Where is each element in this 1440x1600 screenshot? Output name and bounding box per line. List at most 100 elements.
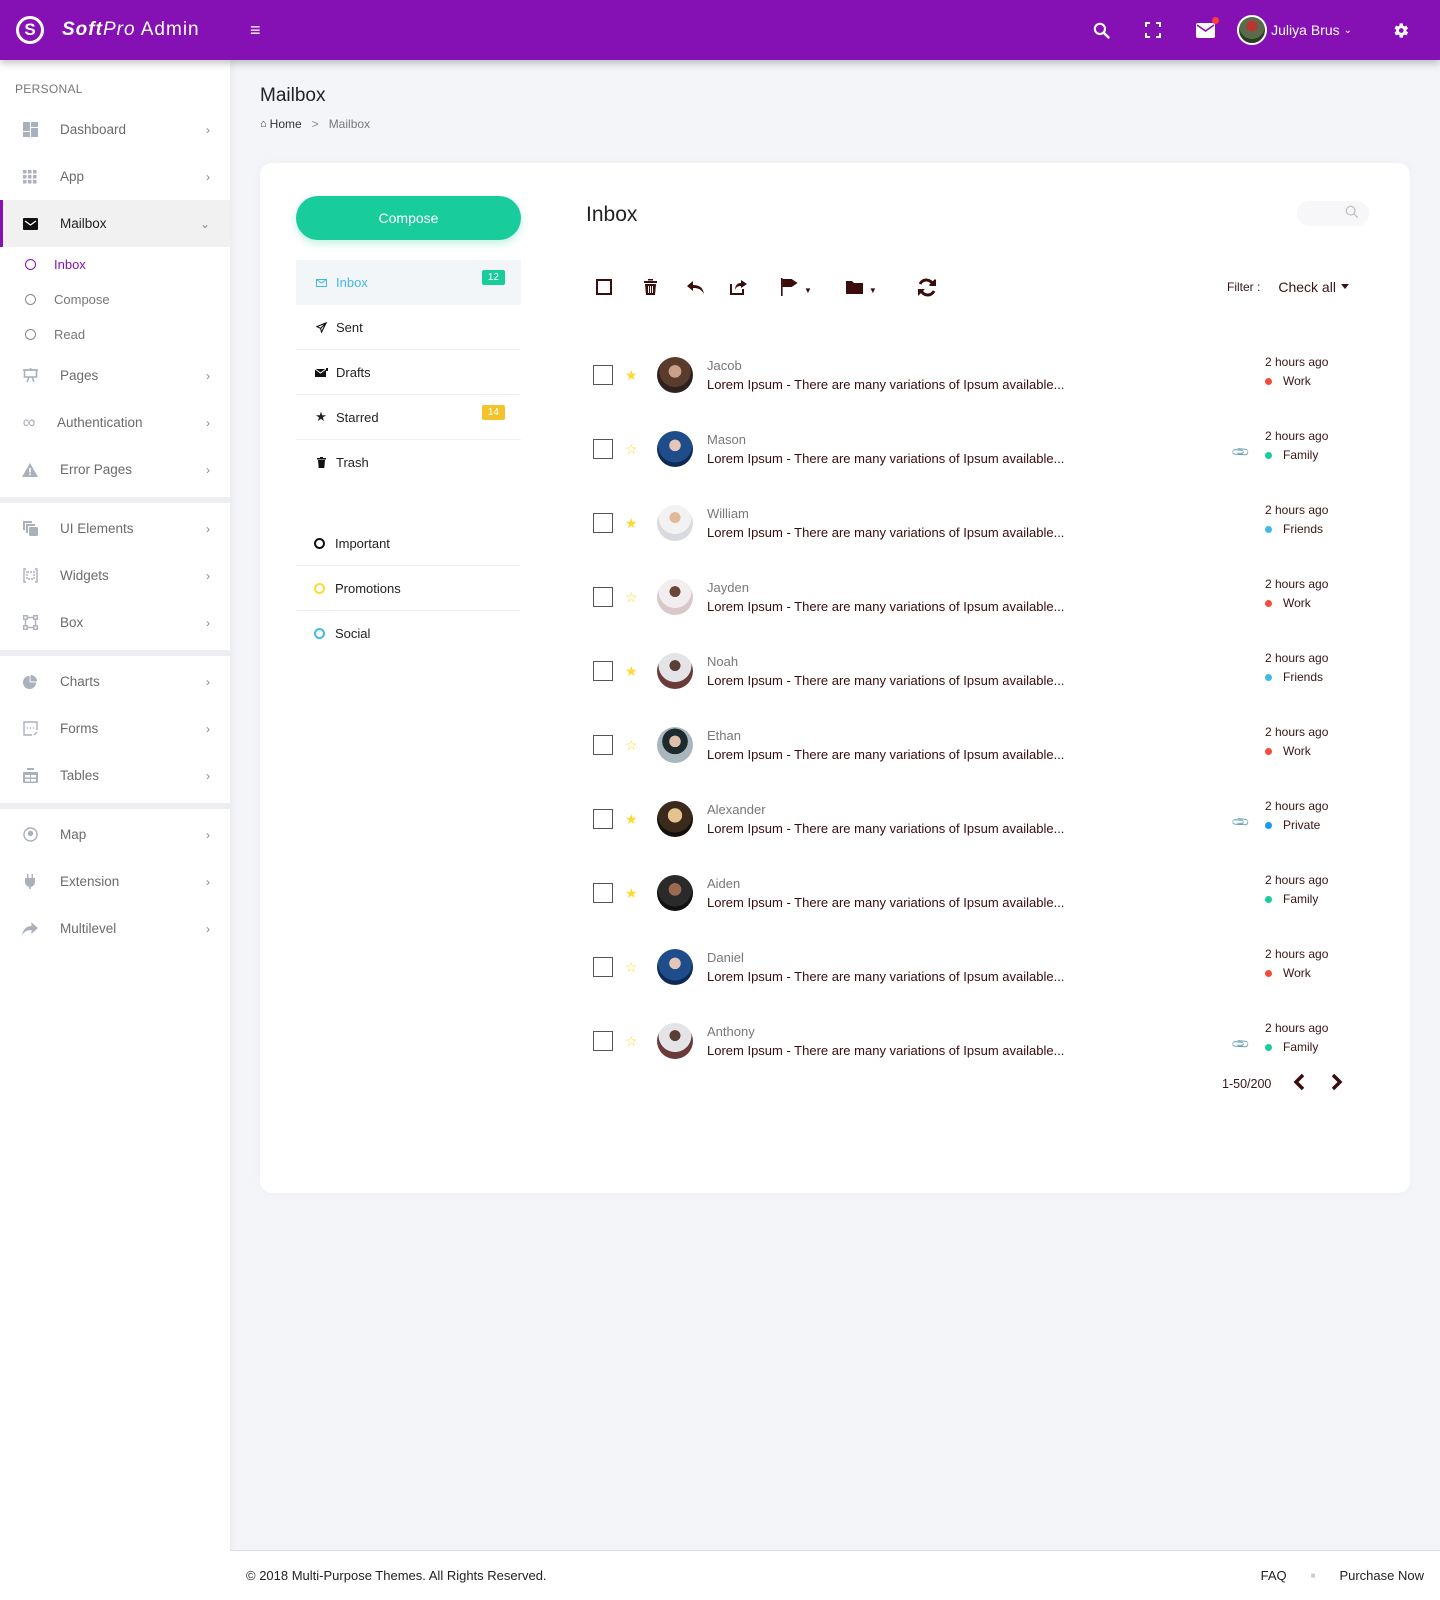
star-outline-icon[interactable]: ☆ [625, 960, 639, 974]
pagination-text: 1-50/200 [1222, 1076, 1272, 1091]
apps-grid-icon [22, 169, 38, 185]
sidebar-item-multilevel[interactable]: Multilevel › [0, 905, 230, 952]
sidebar-item-ui-elements[interactable]: UI Elements › [0, 505, 230, 552]
flag-dropdown[interactable]: ▼ [781, 278, 812, 296]
refresh-icon[interactable] [917, 278, 937, 297]
sidebar-item-charts[interactable]: Charts › [0, 658, 230, 705]
sidebar-item-dashboard[interactable]: Dashboard › [0, 106, 230, 153]
mail-time: 2 hours ago [1265, 355, 1329, 369]
sidebar-subitem-read[interactable]: Read [0, 317, 230, 352]
mail-checkbox[interactable] [593, 513, 613, 533]
sidebar-item-app[interactable]: App › [0, 153, 230, 200]
label-promotions[interactable]: Promotions [296, 566, 521, 611]
share-arrow-icon [22, 921, 38, 937]
delete-icon[interactable] [644, 279, 657, 295]
label-important[interactable]: Important [296, 521, 521, 566]
label-social[interactable]: Social [296, 611, 521, 656]
sender-avatar [657, 653, 693, 689]
mail-checkbox[interactable] [593, 809, 613, 829]
compose-button[interactable]: Compose [296, 196, 521, 240]
mail-notification-icon[interactable] [1179, 16, 1231, 38]
mail-checkbox[interactable] [593, 365, 613, 385]
sidebar-item-mailbox[interactable]: Mailbox ⌄ [0, 200, 230, 247]
mail-checkbox[interactable] [593, 735, 613, 755]
folder-drafts[interactable]: Drafts [296, 350, 521, 395]
breadcrumb-home[interactable]: Home [270, 117, 302, 131]
select-all-checkbox[interactable] [596, 279, 612, 295]
star-filled-icon[interactable]: ★ [625, 812, 639, 826]
mail-row[interactable]: ☆ Daniel Lorem Ipsum - There are many vari… [593, 930, 1383, 1004]
faq-link[interactable]: FAQ [1261, 1568, 1287, 1583]
fullscreen-icon[interactable] [1127, 22, 1179, 38]
table-icon [22, 768, 38, 784]
star-outline-icon[interactable]: ☆ [625, 590, 639, 604]
folder-dropdown[interactable]: ▼ [845, 280, 877, 295]
star-filled-icon[interactable]: ★ [625, 886, 639, 900]
star-filled-icon[interactable]: ★ [625, 368, 639, 382]
mail-checkbox[interactable] [593, 661, 613, 681]
mail-checkbox[interactable] [593, 957, 613, 977]
star-outline-icon[interactable]: ☆ [625, 1034, 639, 1048]
mail-row[interactable]: ☆ Anthony Lorem Ipsum - There are many var… [593, 1004, 1383, 1078]
mail-row[interactable]: ★ Aiden Lorem Ipsum - There are many varia… [593, 856, 1383, 930]
gear-icon[interactable] [1374, 21, 1426, 40]
sidebar-item-pages[interactable]: Pages › [0, 352, 230, 399]
sender-avatar [657, 801, 693, 837]
previous-page-icon[interactable] [1293, 1073, 1305, 1094]
sidebar-item-forms[interactable]: Forms › [0, 705, 230, 752]
mail-row[interactable]: ★ Alexander Lorem Ipsum - There are many v… [593, 782, 1383, 856]
filter-label: Filter : [1227, 280, 1261, 294]
mail-time: 2 hours ago [1265, 651, 1329, 665]
mail-row[interactable]: ☆ Ethan Lorem Ipsum - There are many varia… [593, 708, 1383, 782]
mail-search-input[interactable] [1297, 201, 1369, 226]
tag-dot [1265, 377, 1272, 385]
forward-icon[interactable] [730, 279, 747, 295]
footer: © 2018 Multi-Purpose Themes. All Rights … [230, 1550, 1440, 1600]
folder-trash[interactable]: Trash [296, 440, 521, 485]
sidebar-item-authentication[interactable]: ∞ Authentication › [0, 399, 230, 446]
sidebar-item-map[interactable]: Map › [0, 811, 230, 858]
sidebar-item-box[interactable]: Box › [0, 599, 230, 646]
folder-sent[interactable]: Sent [296, 305, 521, 350]
search-icon[interactable] [1075, 22, 1127, 39]
sidebar-item-extension[interactable]: Extension › [0, 858, 230, 905]
reply-icon[interactable] [687, 280, 704, 294]
mail-toolbar: ▼ ▼ [596, 273, 937, 301]
mail-row[interactable]: ★ Jacob Lorem Ipsum - There are many varia… [593, 338, 1383, 412]
star-filled-icon[interactable]: ★ [625, 516, 639, 530]
menu-toggle-icon[interactable]: ≡ [250, 20, 261, 41]
folder-inbox[interactable]: Inbox 12 [296, 260, 521, 305]
star-outline-icon[interactable]: ☆ [625, 738, 639, 752]
circle-icon [25, 259, 36, 270]
star-outline-icon[interactable]: ☆ [625, 442, 639, 456]
mailbox-card: Compose Inbox 12 Sent Drafts ★ Starred 1… [260, 163, 1410, 1193]
caret-down-icon: ▼ [804, 285, 812, 295]
mail-list: ★ Jacob Lorem Ipsum - There are many varia… [593, 338, 1383, 1078]
folder-starred[interactable]: ★ Starred 14 [296, 395, 521, 440]
sidebar-item-tables[interactable]: Tables › [0, 752, 230, 799]
sidebar-subitem-compose[interactable]: Compose [0, 282, 230, 317]
next-page-icon[interactable] [1331, 1073, 1343, 1094]
tag-dot [1265, 673, 1272, 681]
mail-checkbox[interactable] [593, 587, 613, 607]
sidebar-item-widgets[interactable]: Widgets › [0, 552, 230, 599]
purchase-now-link[interactable]: Purchase Now [1339, 1568, 1424, 1583]
mail-row[interactable]: ★ William Lorem Ipsum - There are many var… [593, 486, 1383, 560]
sender-avatar [657, 949, 693, 985]
mail-checkbox[interactable] [593, 883, 613, 903]
mail-checkbox[interactable] [593, 439, 613, 459]
mail-row[interactable]: ★ Noah Lorem Ipsum - There are many variat… [593, 634, 1383, 708]
chevron-right-icon: › [206, 169, 210, 184]
mail-row[interactable]: ☆ Jayden Lorem Ipsum - There are many vari… [593, 560, 1383, 634]
star-filled-icon[interactable]: ★ [625, 664, 639, 678]
user-menu[interactable]: Juliya Brus ⌄ [1237, 15, 1352, 45]
brand[interactable]: S SoftPro Admin [0, 0, 230, 60]
filter-dropdown[interactable]: Check all [1278, 279, 1349, 295]
mail-checkbox[interactable] [593, 1031, 613, 1051]
inbox-count-badge: 12 [481, 270, 505, 285]
sidebar-item-error-pages[interactable]: Error Pages › [0, 446, 230, 493]
chevron-right-icon: › [206, 462, 210, 477]
chevron-right-icon: › [206, 827, 210, 842]
mail-row[interactable]: ☆ Mason Lorem Ipsum - There are many varia… [593, 412, 1383, 486]
sidebar-subitem-inbox[interactable]: Inbox [0, 247, 230, 282]
